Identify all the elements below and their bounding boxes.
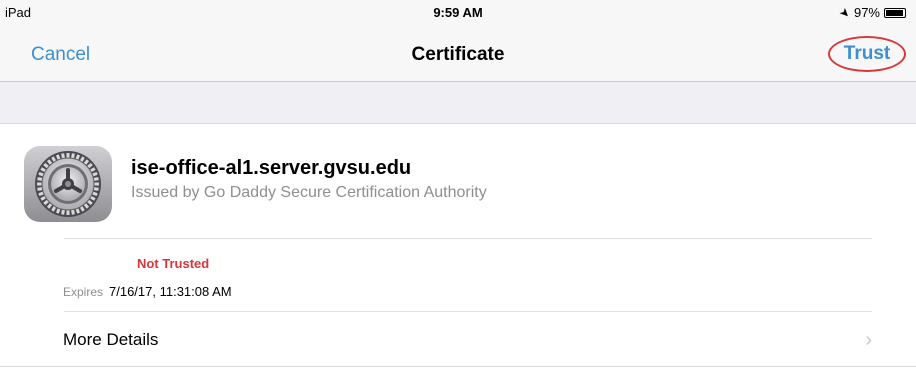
certificate-name: ise-office-al1.server.gvsu.edu <box>131 157 412 179</box>
battery-icon <box>884 7 906 18</box>
trust-status: Not Trusted <box>137 256 210 271</box>
page-title: Certificate <box>411 44 505 65</box>
more-details-row[interactable]: More Details › <box>0 312 916 367</box>
chevron-right-icon: › <box>865 329 872 351</box>
divider <box>64 238 872 239</box>
divider <box>0 366 916 367</box>
status-bar: iPad 9:59 AM ➤ 97% <box>0 0 916 26</box>
expires-label: Expires <box>63 285 104 299</box>
settings-gear-icon <box>24 146 112 222</box>
certificate-issuer: Issued by Go Daddy Secure Certification … <box>131 184 487 201</box>
cancel-button[interactable]: Cancel <box>31 44 90 66</box>
status-indicators: ➤ 97% <box>836 3 906 22</box>
expires-value: 7/16/17, 11:31:08 AM <box>109 284 232 299</box>
status-time: 9:59 AM <box>433 5 483 20</box>
battery-fill <box>886 9 903 16</box>
trust-annotation-circle <box>828 36 906 72</box>
battery-percent: 97% <box>853 5 880 20</box>
navigation-bar: Cancel Certificate Trust <box>0 26 916 82</box>
section-spacer <box>0 82 916 124</box>
more-details-label: More Details <box>63 330 159 349</box>
certificate-screen: iPad 9:59 AM ➤ 97% Cancel Certificate Tr… <box>0 0 916 369</box>
trust-button[interactable]: Trust <box>828 36 906 72</box>
location-arrow-icon: ➤ <box>836 3 854 22</box>
